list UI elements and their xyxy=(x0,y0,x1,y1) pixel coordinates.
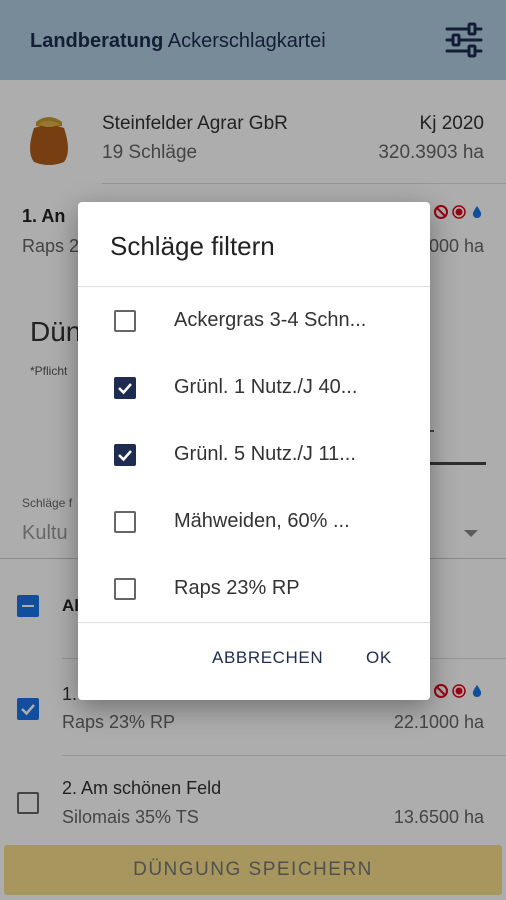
dialog-divider xyxy=(78,286,430,287)
option-label: Grünl. 5 Nutz./J 11... xyxy=(174,443,356,465)
option-checkbox[interactable] xyxy=(114,444,136,466)
option-checkbox[interactable] xyxy=(114,310,136,332)
filter-option[interactable]: Raps 23% RP xyxy=(78,556,430,622)
option-label: Ackergras 3-4 Schn... xyxy=(174,309,367,331)
filter-dialog: Schläge filtern Ackergras 3-4 Schn... Gr… xyxy=(78,202,430,700)
cancel-button[interactable]: ABBRECHEN xyxy=(212,648,323,668)
filter-option[interactable]: Mähweiden, 60% ... xyxy=(78,489,430,555)
filter-option[interactable]: Ackergras 3-4 Schn... xyxy=(78,288,430,354)
option-checkbox[interactable] xyxy=(114,578,136,600)
option-label: Mähweiden, 60% ... xyxy=(174,510,350,532)
filter-option[interactable]: Grünl. 5 Nutz./J 11... xyxy=(78,422,430,488)
ok-button[interactable]: OK xyxy=(366,648,392,668)
dialog-divider xyxy=(78,622,430,623)
option-checkbox[interactable] xyxy=(114,377,136,399)
option-checkbox[interactable] xyxy=(114,511,136,533)
option-label: Grünl. 1 Nutz./J 40... xyxy=(174,376,358,398)
filter-option[interactable]: Grünl. 1 Nutz./J 40... xyxy=(78,355,430,421)
option-label: Raps 23% RP xyxy=(174,577,300,599)
dialog-title: Schläge filtern xyxy=(110,231,275,261)
